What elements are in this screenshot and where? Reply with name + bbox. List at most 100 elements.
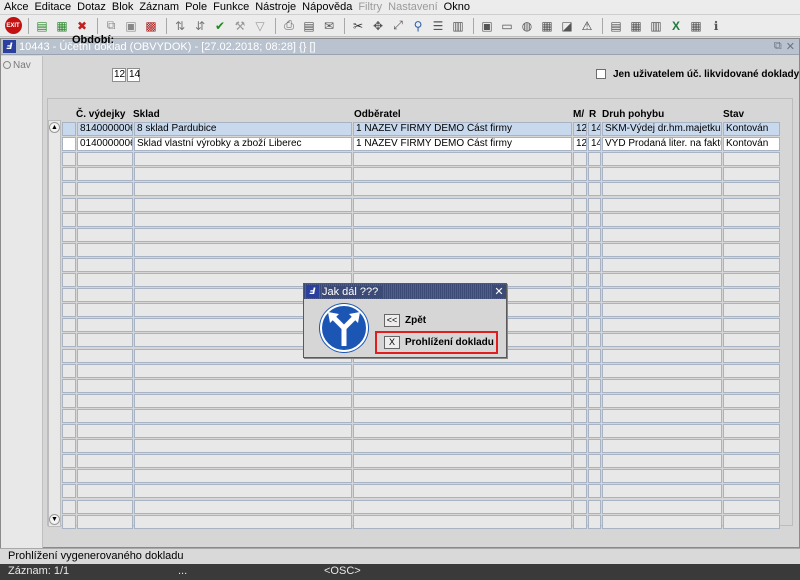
cell-stav[interactable] bbox=[723, 303, 780, 318]
cell-odberatel[interactable] bbox=[353, 242, 572, 257]
row-indicator[interactable] bbox=[62, 273, 76, 287]
cell-druh-pohybu[interactable] bbox=[602, 333, 722, 348]
row-indicator[interactable] bbox=[62, 348, 76, 363]
cell-vydejka[interactable] bbox=[77, 227, 133, 242]
cell-stav[interactable] bbox=[723, 393, 780, 408]
cell-druh-pohybu[interactable] bbox=[602, 439, 722, 454]
cell-vydejka[interactable] bbox=[77, 348, 133, 363]
cell-rok[interactable] bbox=[588, 273, 601, 287]
dialog-close-icon[interactable]: ✕ bbox=[492, 285, 506, 298]
cell-sklad[interactable] bbox=[134, 469, 352, 484]
cell-stav[interactable] bbox=[723, 318, 780, 333]
cell-vydejka[interactable] bbox=[77, 424, 133, 438]
cell-stav[interactable] bbox=[723, 227, 780, 242]
cell-sklad[interactable] bbox=[134, 408, 352, 423]
row-indicator[interactable] bbox=[62, 499, 76, 514]
cell-druh-pohybu[interactable] bbox=[602, 197, 722, 212]
cell-vydejka[interactable] bbox=[77, 182, 133, 197]
print-icon[interactable]: ⎙ bbox=[280, 17, 298, 35]
cell-mesic[interactable]: 12 bbox=[573, 122, 587, 136]
move-icon[interactable]: ✥ bbox=[369, 17, 387, 35]
row-indicator[interactable] bbox=[62, 167, 76, 182]
cell-druh-pohybu[interactable] bbox=[602, 227, 722, 242]
cell-rok[interactable] bbox=[588, 182, 601, 197]
cell-mesic[interactable] bbox=[573, 227, 587, 242]
cell-mesic[interactable] bbox=[573, 273, 587, 287]
cell-druh-pohybu[interactable] bbox=[602, 378, 722, 393]
cell-rok[interactable] bbox=[588, 318, 601, 333]
excel-icon[interactable]: X bbox=[667, 17, 685, 35]
globe-icon[interactable]: ◍ bbox=[518, 17, 536, 35]
cell-stav[interactable] bbox=[723, 408, 780, 423]
cell-rok[interactable] bbox=[588, 348, 601, 363]
cell-mesic[interactable] bbox=[573, 499, 587, 514]
nav-panel[interactable]: Nav bbox=[1, 56, 43, 548]
row-indicator[interactable] bbox=[62, 303, 76, 318]
row-indicator[interactable] bbox=[62, 454, 76, 469]
cell-mesic[interactable] bbox=[573, 469, 587, 484]
cell-stav[interactable] bbox=[723, 288, 780, 303]
cell-sklad[interactable] bbox=[134, 182, 352, 197]
cell-druh-pohybu[interactable] bbox=[602, 424, 722, 438]
cell-stav[interactable] bbox=[723, 333, 780, 348]
zoom-icon[interactable]: ⚲ bbox=[409, 17, 427, 35]
cell-stav[interactable] bbox=[723, 167, 780, 182]
row-indicator[interactable] bbox=[62, 469, 76, 484]
row-indicator[interactable] bbox=[62, 393, 76, 408]
cell-vydejka[interactable] bbox=[77, 363, 133, 378]
cell-odberatel[interactable]: 1 NÁZEV FIRMY DEMO Část firmy bbox=[353, 137, 572, 152]
cell-odberatel[interactable] bbox=[353, 454, 572, 469]
cell-rok[interactable] bbox=[588, 393, 601, 408]
row-indicator[interactable] bbox=[62, 514, 76, 529]
cell-mesic[interactable] bbox=[573, 212, 587, 227]
cell-rok[interactable]: 14 bbox=[588, 122, 601, 136]
cell-sklad[interactable] bbox=[134, 197, 352, 212]
cell-odberatel[interactable] bbox=[353, 227, 572, 242]
cell-sklad[interactable] bbox=[134, 257, 352, 272]
cell-stav[interactable] bbox=[723, 152, 780, 167]
cell-vydejka[interactable] bbox=[77, 408, 133, 423]
cell-vydejka[interactable] bbox=[77, 152, 133, 167]
cell-sklad[interactable] bbox=[134, 212, 352, 227]
cut-icon[interactable]: ▩ bbox=[142, 17, 160, 35]
cell-odberatel[interactable] bbox=[353, 363, 572, 378]
cell-vydejka[interactable] bbox=[77, 469, 133, 484]
cell-rok[interactable] bbox=[588, 212, 601, 227]
insert-record-icon[interactable]: ▦ bbox=[53, 17, 71, 35]
cell-vydejka[interactable] bbox=[77, 303, 133, 318]
cell-druh-pohybu[interactable] bbox=[602, 303, 722, 318]
cell-mesic[interactable] bbox=[573, 514, 587, 529]
cell-sklad[interactable] bbox=[134, 454, 352, 469]
row-indicator[interactable] bbox=[62, 378, 76, 393]
cell-druh-pohybu[interactable] bbox=[602, 348, 722, 363]
cell-mesic[interactable] bbox=[573, 378, 587, 393]
cell-odberatel[interactable] bbox=[353, 182, 572, 197]
cell-druh-pohybu[interactable] bbox=[602, 408, 722, 423]
cell-rok[interactable] bbox=[588, 288, 601, 303]
cell-mesic[interactable] bbox=[573, 348, 587, 363]
export-icon[interactable]: ▤ bbox=[607, 17, 625, 35]
row-indicator[interactable] bbox=[62, 122, 76, 136]
menu-napoveda[interactable]: Nápověda bbox=[300, 1, 356, 13]
cell-vydejka[interactable] bbox=[77, 484, 133, 499]
cell-rok[interactable] bbox=[588, 424, 601, 438]
row-indicator[interactable] bbox=[62, 212, 76, 227]
row-indicator[interactable] bbox=[62, 257, 76, 272]
cell-vydejka[interactable] bbox=[77, 167, 133, 182]
row-indicator[interactable] bbox=[62, 439, 76, 454]
cell-druh-pohybu[interactable] bbox=[602, 182, 722, 197]
cell-odberatel[interactable] bbox=[353, 152, 572, 167]
cell-rok[interactable] bbox=[588, 333, 601, 348]
sheet-icon[interactable]: ▥ bbox=[647, 17, 665, 35]
cell-rok[interactable] bbox=[588, 167, 601, 182]
cell-sklad[interactable] bbox=[134, 167, 352, 182]
mail-icon[interactable]: ✉ bbox=[320, 17, 338, 35]
cell-rok[interactable] bbox=[588, 439, 601, 454]
grid-scrollbar[interactable]: ▲ ▼ bbox=[48, 120, 61, 527]
cell-mesic[interactable]: 12 bbox=[573, 137, 587, 152]
row-indicator[interactable] bbox=[62, 288, 76, 303]
row-indicator[interactable] bbox=[62, 182, 76, 197]
row-indicator[interactable] bbox=[62, 484, 76, 499]
cell-stav[interactable] bbox=[723, 439, 780, 454]
cell-rok[interactable] bbox=[588, 303, 601, 318]
